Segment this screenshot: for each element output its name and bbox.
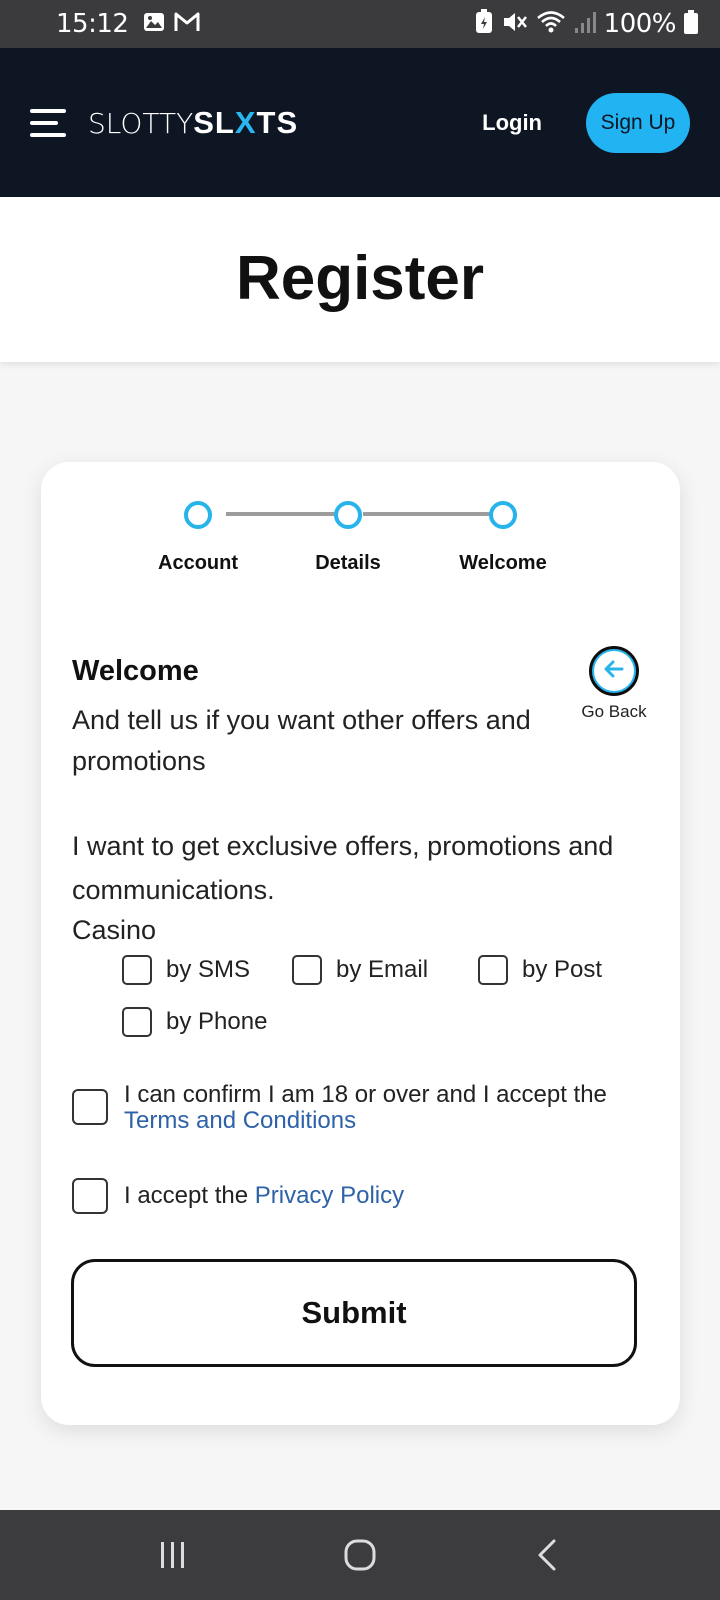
option-phone[interactable]: by Phone <box>122 1007 267 1037</box>
section-subheading: And tell us if you want other offers and… <box>72 705 531 776</box>
section-heading: Welcome <box>72 655 199 687</box>
go-back-button[interactable]: Go Back <box>569 646 659 722</box>
home-icon[interactable] <box>330 1525 390 1585</box>
back-icon[interactable] <box>517 1525 577 1585</box>
option-post[interactable]: by Post <box>478 955 602 985</box>
system-navigation-bar <box>0 1510 720 1600</box>
step-label-account: Account <box>158 552 238 574</box>
go-back-label: Go Back <box>581 702 647 721</box>
arrow-left-icon <box>604 660 624 683</box>
sms-checkbox[interactable] <box>122 955 152 985</box>
privacy-checkbox[interactable] <box>72 1178 108 1214</box>
step-label-details: Details <box>315 552 381 574</box>
page-title-band: Register <box>0 197 720 362</box>
option-email[interactable]: by Email <box>292 955 428 985</box>
offers-description: I want to get exclusive offers, promotio… <box>72 831 614 905</box>
email-checkbox[interactable] <box>292 955 322 985</box>
registration-card: Account Details Welcome Welcome And tell… <box>41 462 680 1425</box>
wifi-icon <box>536 10 566 39</box>
status-bar: 15:12 100% <box>0 0 720 48</box>
battery-saver-icon <box>474 8 494 40</box>
submit-button[interactable]: Submit <box>71 1259 637 1367</box>
signal-icon <box>574 10 596 39</box>
post-checkbox[interactable] <box>478 955 508 985</box>
battery-percentage: 100% <box>603 9 677 39</box>
menu-icon[interactable] <box>30 108 70 137</box>
gmail-icon <box>174 11 200 38</box>
registration-stepper: Account Details Welcome <box>41 482 680 574</box>
terms-row: I can confirm I am 18 or over and I acce… <box>72 1082 644 1134</box>
option-sms[interactable]: by SMS <box>122 955 250 985</box>
login-link[interactable]: Login <box>482 110 542 136</box>
step-dot-welcome <box>489 501 517 529</box>
privacy-link[interactable]: Privacy Policy <box>255 1182 404 1209</box>
step-label-welcome: Welcome <box>459 552 547 574</box>
status-time: 15:12 <box>56 9 129 39</box>
terms-checkbox[interactable] <box>72 1089 108 1125</box>
privacy-text: I accept the <box>124 1182 249 1209</box>
page-title: Register <box>235 244 485 313</box>
privacy-row: I accept the Privacy Policy <box>72 1178 404 1214</box>
recent-apps-icon[interactable] <box>143 1525 203 1585</box>
site-logo[interactable]: SLOTTY SL X TS <box>88 105 298 141</box>
step-connector <box>363 512 493 516</box>
battery-icon <box>684 9 698 39</box>
step-connector <box>226 512 336 516</box>
top-navigation: SLOTTY SL X TS Login Sign Up <box>0 48 720 197</box>
terms-link[interactable]: Terms and Conditions <box>124 1107 356 1134</box>
gallery-icon <box>142 10 166 39</box>
step-dot-account <box>184 501 212 529</box>
phone-checkbox[interactable] <box>122 1007 152 1037</box>
sign-up-button[interactable]: Sign Up <box>586 92 690 153</box>
casino-label: Casino <box>72 915 157 945</box>
mute-icon <box>502 10 528 39</box>
terms-text: I can confirm I am 18 or over and I acce… <box>124 1081 607 1108</box>
step-dot-details <box>334 501 362 529</box>
